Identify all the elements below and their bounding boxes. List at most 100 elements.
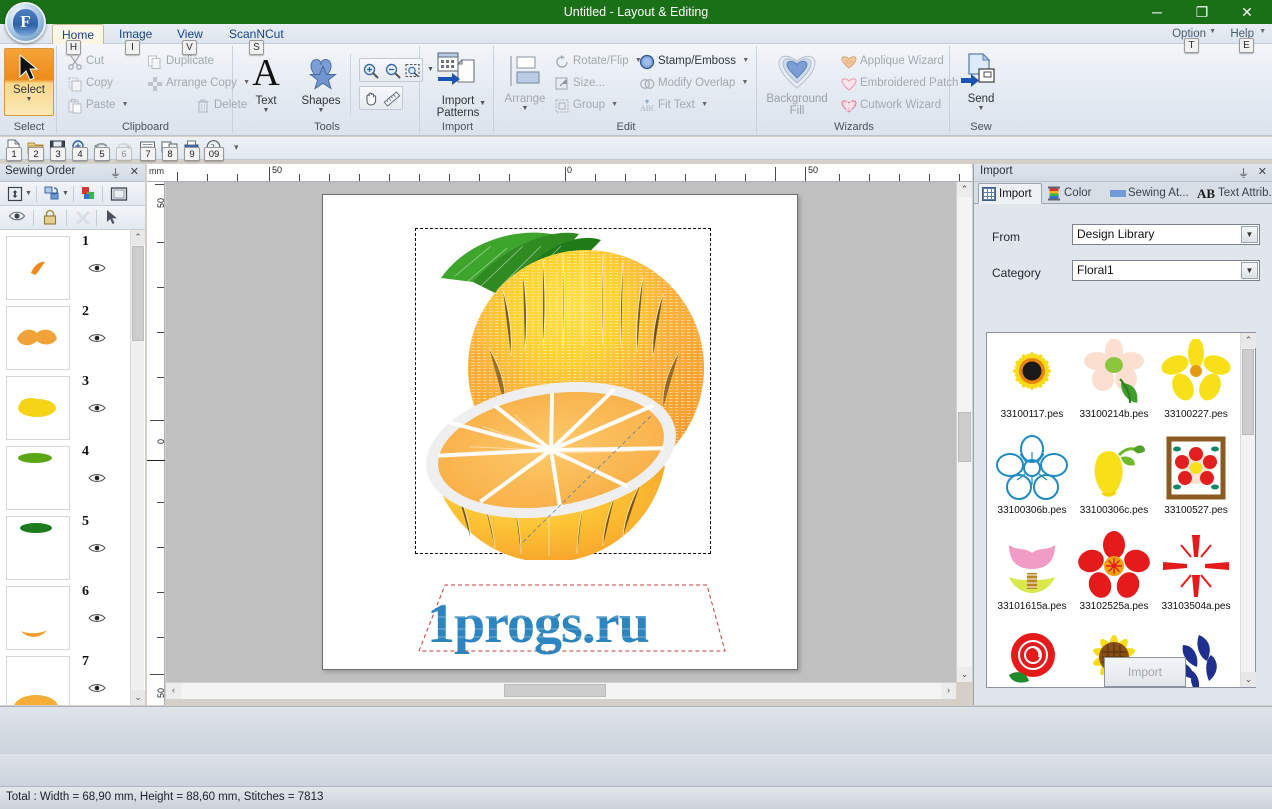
text-tool-button[interactable]: A Text ▼	[243, 52, 289, 114]
list-item[interactable]: 4	[6, 444, 124, 516]
rotate-flip-button[interactable]: Rotate/Flip ▼	[552, 50, 642, 72]
gallery-scroll-up[interactable]: ⌃	[1241, 333, 1256, 348]
eye-visibility-icon[interactable]	[88, 332, 106, 344]
close-button[interactable]: ✕	[1225, 0, 1269, 24]
import-patterns-dropdown-icon[interactable]: ▼	[479, 100, 486, 107]
eye-visibility-icon[interactable]	[88, 472, 106, 484]
zoom-selection-icon[interactable]	[405, 63, 421, 79]
sort-colors-icon[interactable]	[43, 185, 61, 203]
design-thumbnail[interactable]: 33100527.pes	[1155, 435, 1237, 531]
measure-ruler-icon[interactable]	[383, 90, 401, 108]
sewing-order-scrollbar[interactable]: ⌃ ⌄	[130, 230, 145, 705]
qat-overflow-button[interactable]: ▾	[234, 142, 239, 153]
design-canvas[interactable]: 1progs.ru	[166, 182, 956, 682]
fit-text-button[interactable]: ABC Fit Text ▼	[637, 94, 708, 116]
gallery-scroll-down[interactable]: ⌄	[1241, 672, 1256, 687]
design-thumbnail[interactable]: 33100227.pes	[1155, 339, 1237, 435]
eye-visibility-icon[interactable]	[8, 209, 26, 227]
text-object[interactable]: 1progs.ru	[407, 579, 731, 657]
canvas-vscroll-thumb[interactable]	[958, 412, 971, 462]
design-thumbnail[interactable]: 33101615a.pes	[991, 531, 1073, 627]
paste-button[interactable]: Paste ▼	[65, 94, 129, 116]
color-change-icon[interactable]	[80, 185, 98, 203]
modify-overlap-button[interactable]: Modify Overlap ▼	[637, 72, 748, 94]
scrollbar-thumb[interactable]	[132, 246, 144, 341]
design-thumbnail[interactable]: 33102525a.pes	[1073, 531, 1155, 627]
applique-wizard-button[interactable]: Applique Wizard	[839, 50, 944, 72]
design-thumbnail[interactable]: 33100306b.pes	[991, 435, 1073, 531]
eye-visibility-icon[interactable]	[88, 262, 106, 274]
eye-visibility-icon[interactable]	[88, 612, 106, 624]
canvas-scroll-right[interactable]: ›	[941, 683, 956, 699]
cutwork-wizard-button[interactable]: Cutwork Wizard	[839, 94, 941, 116]
tab-text-attributes[interactable]: AB Text Attrib...	[1196, 183, 1272, 204]
watermark-text[interactable]: 1progs.ru	[407, 579, 731, 657]
design-library-gallery[interactable]: 33100117.pes 33100214b.pes 33100227.pes …	[986, 332, 1256, 688]
close-icon[interactable]: ✕	[1258, 165, 1267, 178]
zoom-out-icon[interactable]	[384, 62, 402, 80]
design-thumbnail[interactable]: 33100117.pes	[991, 339, 1073, 435]
tab-color[interactable]: Color	[1044, 183, 1106, 204]
orange-fruit-artwork[interactable]	[411, 220, 717, 560]
gallery-scroll-thumb[interactable]	[1242, 349, 1254, 435]
background-fill-button[interactable]: Background Fill	[761, 50, 833, 117]
pointer-select-icon[interactable]	[104, 209, 122, 227]
list-item[interactable]: 5	[6, 514, 124, 586]
eye-visibility-icon[interactable]	[88, 542, 106, 554]
pan-hand-icon[interactable]	[362, 90, 380, 108]
tab-sewing-attributes[interactable]: Sewing At...	[1108, 183, 1196, 204]
canvas-scroll-left[interactable]: ‹	[166, 683, 181, 699]
lock-icon[interactable]	[42, 209, 60, 227]
list-item[interactable]: 6	[6, 584, 124, 656]
send-button[interactable]: Send ▼	[956, 52, 1006, 112]
from-dropdown[interactable]: Design Library ▼	[1072, 224, 1260, 245]
delete-x-icon[interactable]	[74, 209, 92, 227]
close-icon[interactable]: ✕	[130, 165, 139, 178]
eye-visibility-icon[interactable]	[88, 402, 106, 414]
list-item[interactable]: 2	[6, 304, 124, 376]
sewing-order-list[interactable]: 1 2 3 4 5 6 7	[0, 230, 145, 705]
embroidery-hoop-sheet[interactable]: 1progs.ru	[322, 194, 798, 670]
design-thumbnail[interactable]	[991, 627, 1073, 687]
list-item[interactable]: 1	[6, 234, 124, 306]
scroll-down-button[interactable]: ⌄	[131, 690, 145, 705]
sort-colors-dropdown-icon[interactable]: ▼	[62, 190, 69, 197]
list-item[interactable]: 3	[6, 374, 124, 446]
copy-button[interactable]: Copy	[65, 72, 113, 94]
zoom-in-icon[interactable]	[362, 62, 380, 80]
group-button[interactable]: Group ▼	[552, 94, 618, 116]
pin-icon[interactable]: ⏚	[1238, 165, 1249, 181]
import-button[interactable]: Import	[1104, 657, 1186, 687]
canvas-scroll-up[interactable]: ⌃	[957, 182, 972, 197]
eye-visibility-icon[interactable]	[88, 682, 106, 694]
import-patterns-button[interactable]: Import Patterns ▼	[426, 50, 490, 119]
category-dropdown[interactable]: Floral1 ▼	[1072, 260, 1260, 281]
chevron-down-icon[interactable]: ▼	[1241, 262, 1258, 279]
design-thumbnail[interactable]: 33103504a.pes	[1155, 531, 1237, 627]
design-thumbnail[interactable]: 33100306c.pes	[1073, 435, 1155, 531]
canvas-horizontal-scrollbar[interactable]: ‹ ›	[166, 682, 956, 699]
select-all-objects-icon[interactable]	[6, 185, 24, 203]
list-item[interactable]: 7	[6, 654, 124, 705]
application-menu-button[interactable]: F	[5, 2, 46, 43]
stamp-emboss-button[interactable]: Stamp/Emboss ▼	[637, 50, 749, 72]
select-all-dropdown-icon[interactable]: ▼	[25, 190, 32, 197]
tab-import[interactable]: Import	[978, 183, 1042, 204]
size-button[interactable]: Size...	[552, 72, 605, 94]
chevron-down-icon[interactable]: ▼	[1241, 226, 1258, 243]
scroll-up-button[interactable]: ⌃	[131, 230, 145, 245]
minimize-button[interactable]: ─	[1135, 0, 1179, 24]
duplicate-button[interactable]: Duplicate	[145, 50, 214, 72]
pin-icon[interactable]: ⏚	[110, 165, 121, 181]
canvas-vertical-scrollbar[interactable]: ⌃ ⌄	[956, 182, 972, 682]
hoop-view-icon[interactable]	[110, 185, 128, 203]
canvas-scroll-down[interactable]: ⌄	[957, 667, 972, 682]
shapes-tool-button[interactable]: Shapes ▼	[293, 52, 349, 114]
maximize-button[interactable]: ❐	[1180, 0, 1224, 24]
embroidered-patch-button[interactable]: Embroidered Patch	[839, 72, 958, 94]
design-thumbnail[interactable]: 33100214b.pes	[1073, 339, 1155, 435]
gallery-scrollbar[interactable]: ⌃ ⌄	[1240, 333, 1256, 687]
arrange-button[interactable]: Arrange ▼	[500, 52, 550, 112]
select-tool-button[interactable]: Select ▼	[4, 48, 54, 116]
canvas-hscroll-thumb[interactable]	[504, 684, 606, 697]
